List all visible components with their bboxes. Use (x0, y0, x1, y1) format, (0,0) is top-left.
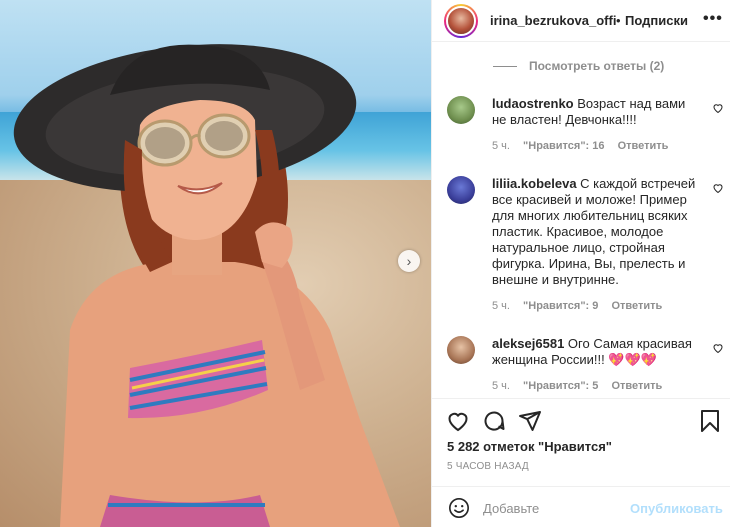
avatar[interactable] (447, 336, 475, 364)
post-panel: irina_bezrukova_offi • Подписки ••• Посм… (431, 0, 730, 527)
comment-time: 5 ч. (492, 140, 510, 152)
publish-button[interactable]: Опубликовать (630, 501, 723, 516)
more-icon[interactable]: ••• (703, 10, 723, 28)
reply-button[interactable]: Ответить (611, 300, 662, 312)
comment-meta: 5 ч. "Нравится": 5 Ответить (492, 380, 672, 392)
reply-button[interactable]: Ответить (618, 140, 669, 152)
comment-icon[interactable] (482, 409, 506, 433)
avatar[interactable] (447, 96, 475, 124)
header-separator: • (616, 13, 621, 28)
view-replies-button[interactable]: Посмотреть ответы (2) (493, 59, 664, 73)
comment-likes[interactable]: "Нравится": 16 (523, 140, 604, 152)
post-photo[interactable]: › (0, 0, 431, 527)
like-heart-icon[interactable] (446, 409, 470, 433)
view-replies-line (493, 65, 517, 67)
comment-time: 5 ч. (492, 380, 510, 392)
comment-text-block: aleksej6581 Ого Самая красивая женщина Р… (492, 336, 700, 368)
post-header: irina_bezrukova_offi • Подписки ••• (432, 0, 730, 42)
comment-input[interactable]: Добавьте (483, 501, 539, 516)
heart-icon[interactable] (712, 102, 724, 114)
likes-count[interactable]: 5 282 отметок "Нравится" (447, 439, 612, 454)
comment-meta: 5 ч. "Нравится": 9 Ответить (492, 300, 672, 312)
bookmark-icon[interactable] (699, 409, 721, 433)
follow-button[interactable]: Подписки (625, 13, 688, 28)
comment-text-block: liliia.kobeleva С каждой встречей все кр… (492, 176, 700, 288)
comment-username[interactable]: ludaostrenko (492, 96, 574, 111)
comment-likes[interactable]: "Нравится": 9 (523, 300, 598, 312)
comment-meta: 5 ч. "Нравится": 16 Ответить (492, 140, 678, 152)
avatar[interactable] (447, 176, 475, 204)
heart-icon[interactable] (712, 182, 724, 194)
comment-username[interactable]: liliia.kobeleva (492, 176, 577, 191)
author-username[interactable]: irina_bezrukova_offi (490, 13, 616, 28)
emoji-icon[interactable] (448, 497, 470, 519)
comment-username[interactable]: aleksej6581 (492, 336, 564, 351)
photo-person (13, 44, 400, 527)
reply-button[interactable]: Ответить (611, 380, 662, 392)
share-icon[interactable] (518, 409, 542, 433)
comment-likes[interactable]: "Нравится": 5 (523, 380, 598, 392)
next-arrow-icon[interactable]: › (398, 250, 420, 272)
post-actions (432, 398, 730, 442)
comment-text-block: ludaostrenko Возраст над вами не властен… (492, 96, 700, 128)
add-comment-bar: Добавьте Опубликовать (432, 486, 730, 527)
heart-icon[interactable] (712, 342, 724, 354)
comment-body: С каждой встречей все красивей и моложе!… (492, 176, 696, 287)
comment-time: 5 ч. (492, 300, 510, 312)
view-replies-label: Посмотреть ответы (2) (529, 59, 665, 73)
post-timestamp[interactable]: 5 ЧАСОВ НАЗАД (447, 461, 529, 472)
author-avatar[interactable] (444, 4, 478, 38)
